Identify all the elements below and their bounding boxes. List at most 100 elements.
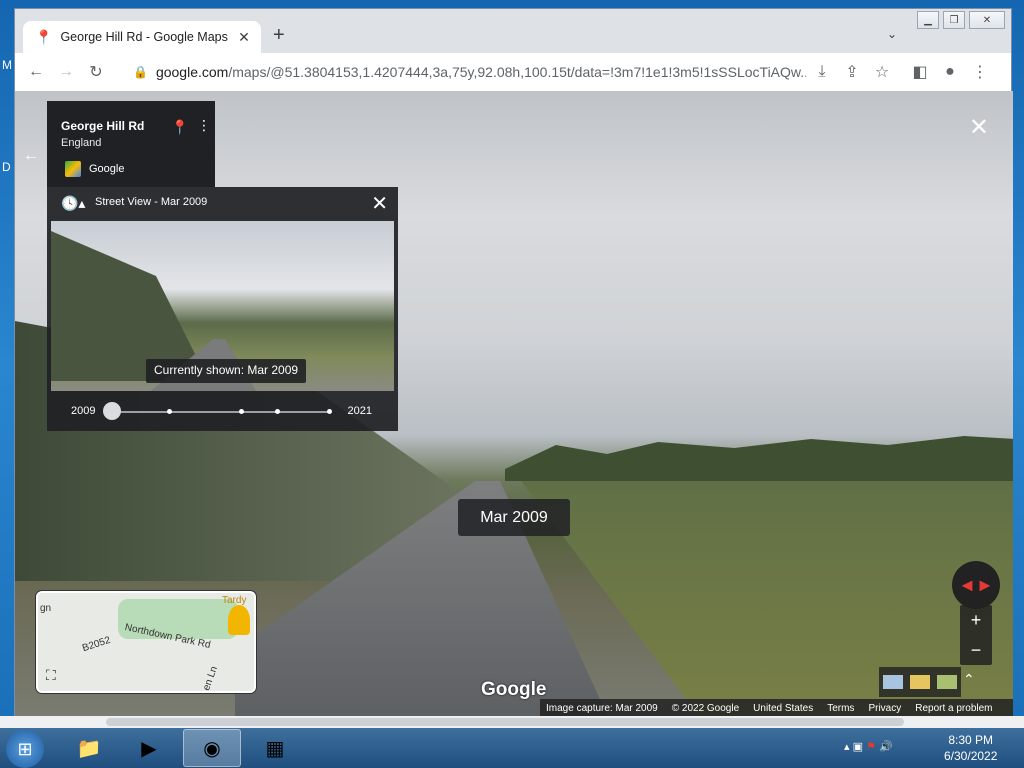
compass-icon: ◄► <box>958 574 994 595</box>
minimap[interactable]: gn B2052 Northdown Park Rd Tardy en Ln ⛶ <box>36 591 256 693</box>
slider-stop[interactable] <box>239 409 244 414</box>
imagery-thumb[interactable] <box>882 675 903 689</box>
clock-date: 6/30/2022 <box>944 749 998 763</box>
location-subtitle: England <box>61 137 102 149</box>
restore-button[interactable]: ❐ <box>943 11 965 29</box>
reload-button[interactable]: ↻ <box>81 57 111 87</box>
close-icon: ✕ <box>968 114 989 141</box>
scrollbar-thumb[interactable] <box>106 718 904 726</box>
share-button[interactable]: ⇪ <box>837 57 867 87</box>
new-tab-button[interactable]: + <box>273 25 285 45</box>
time-preview-image[interactable]: Currently shown: Mar 2009 <box>51 221 394 391</box>
arrow-left-icon: ← <box>23 147 39 164</box>
time-travel-panel: 🕓▴ Street View - Mar 2009 ✕ Currently sh… <box>47 187 398 431</box>
back-arrow-button[interactable]: ← <box>23 147 39 165</box>
year-slider[interactable]: 2009 2021 <box>47 391 398 431</box>
close-icon[interactable]: ✕ <box>235 29 253 46</box>
privacy-link[interactable]: Privacy <box>868 703 901 714</box>
slider-stop[interactable] <box>327 409 332 414</box>
system-tray[interactable]: ▴ ▣ ⚑ 🔊 <box>844 740 893 753</box>
slider-stop[interactable] <box>167 409 172 414</box>
volume-icon[interactable]: 🔊 <box>879 741 893 753</box>
control-panel-icon: ▦ <box>265 737 285 760</box>
date-chip: Mar 2009 <box>458 499 570 536</box>
zoom-in-button[interactable]: + <box>960 605 992 635</box>
address-bar[interactable]: 🔒 google.com/maps/@51.3804153,1.4207444,… <box>125 57 895 87</box>
bookmark-button[interactable]: ☆ <box>867 57 897 87</box>
chrome-icon: ◉ <box>203 737 221 760</box>
streetview-viewport[interactable]: ✕ George Hill Rd England 📍 ⋮ Google ← 🕓▴… <box>15 91 1013 717</box>
currently-shown-tooltip: Currently shown: Mar 2009 <box>146 359 307 383</box>
minimap-label: gn <box>40 603 52 614</box>
tab-title: George Hill Rd - Google Maps <box>60 30 228 44</box>
pin-icon[interactable]: 📍 <box>171 119 188 136</box>
close-streetview-button[interactable]: ✕ <box>969 113 989 142</box>
zoom-out-button[interactable]: − <box>960 635 992 665</box>
tab-active[interactable]: 📍 George Hill Rd - Google Maps ✕ <box>23 21 261 53</box>
close-time-panel-button[interactable]: ✕ <box>371 191 388 216</box>
google-logo: Google <box>481 679 547 700</box>
slider-track[interactable] <box>113 411 331 413</box>
close-icon: ✕ <box>371 193 388 215</box>
maps-pin-icon: 📍 <box>35 28 53 45</box>
source-label: Google <box>89 163 125 175</box>
history-clock-icon[interactable]: 🕓▴ <box>61 195 85 212</box>
minimize-button[interactable]: ▁ <box>917 11 939 29</box>
install-app-button[interactable]: ⤓ <box>807 57 837 87</box>
expand-icon[interactable]: ⛶ <box>46 667 56 684</box>
media-player-icon: ▶ <box>141 737 157 760</box>
country-link[interactable]: United States <box>753 703 813 714</box>
browser-window: 📍 George Hill Rd - Google Maps ✕ + ⌄ ▁ ❐… <box>14 8 1013 717</box>
clock-time: 8:30 PM <box>948 733 994 747</box>
slider-handle[interactable] <box>103 402 121 420</box>
system-clock[interactable]: 8:30 PM 6/30/2022 <box>944 732 997 764</box>
back-button[interactable]: ← <box>21 57 51 87</box>
url-text: google.com/maps/@51.3804153,1.4207444,3a… <box>155 64 806 80</box>
kebab-menu-icon: ⋮ <box>972 64 988 81</box>
lock-icon: 🔒 <box>133 65 148 79</box>
year-end-label: 2021 <box>347 405 372 417</box>
taskbar: ⊞ 📁 ▶ ◉ ▦ ▴ ▣ ⚑ 🔊 8:30 PM 6/30/2022 <box>0 728 1024 768</box>
star-icon: ☆ <box>874 64 890 81</box>
profile-icon: ● <box>945 63 955 80</box>
control-panel-taskbar-button[interactable]: ▦ <box>246 729 304 767</box>
sidepanel-icon: ◧ <box>912 64 928 81</box>
start-button[interactable]: ⊞ <box>6 730 44 768</box>
tab-search-button[interactable]: ⌄ <box>887 27 897 41</box>
report-problem-link[interactable]: Report a problem <box>915 703 992 714</box>
more-options-icon[interactable]: ⋮ <box>197 117 211 134</box>
desktop-fragment: D <box>2 160 11 174</box>
profile-button[interactable]: ● <box>935 57 965 87</box>
imagery-thumbnails[interactable] <box>879 667 961 697</box>
pegman-icon[interactable] <box>228 605 250 635</box>
terms-link[interactable]: Terms <box>827 703 854 714</box>
copyright-label: © 2022 Google <box>671 702 740 714</box>
menu-button[interactable]: ⋮ <box>965 57 995 87</box>
expand-up-icon[interactable]: ⌃ <box>963 671 975 688</box>
imagery-thumb[interactable] <box>909 675 930 689</box>
reload-icon: ↻ <box>89 64 103 81</box>
chrome-taskbar-button[interactable]: ◉ <box>183 729 241 767</box>
share-icon: ⇪ <box>845 64 859 81</box>
media-player-taskbar-button[interactable]: ▶ <box>120 729 178 767</box>
horizontal-scrollbar[interactable] <box>0 716 1024 728</box>
imagery-thumb[interactable] <box>937 675 958 689</box>
slider-stop[interactable] <box>275 409 280 414</box>
compass-button[interactable]: ◄► <box>952 561 1000 609</box>
map-footer: Image capture: Mar 2009 © 2022 Google Un… <box>540 699 1013 717</box>
show-hidden-icon[interactable]: ▴ <box>844 741 850 753</box>
network-icon[interactable]: ▣ <box>853 741 863 753</box>
google-maps-icon <box>65 161 81 177</box>
chevron-down-icon: ⌄ <box>887 27 898 41</box>
explorer-taskbar-button[interactable]: 📁 <box>60 729 118 767</box>
close-window-button[interactable]: ✕ <box>969 11 1005 29</box>
arrow-right-icon: → <box>58 63 74 80</box>
side-panel-button[interactable]: ◧ <box>905 57 935 87</box>
minimap-label: B2052 <box>81 634 112 655</box>
forward-button[interactable]: → <box>51 57 81 87</box>
location-info-card: George Hill Rd England 📍 ⋮ Google <box>47 101 215 187</box>
image-capture-label: Image capture: Mar 2009 <box>546 702 658 714</box>
action-center-icon[interactable]: ⚑ <box>866 741 876 753</box>
tab-strip: 📍 George Hill Rd - Google Maps ✕ + ⌄ ▁ ❐… <box>15 9 1011 53</box>
plus-icon: + <box>273 24 285 46</box>
